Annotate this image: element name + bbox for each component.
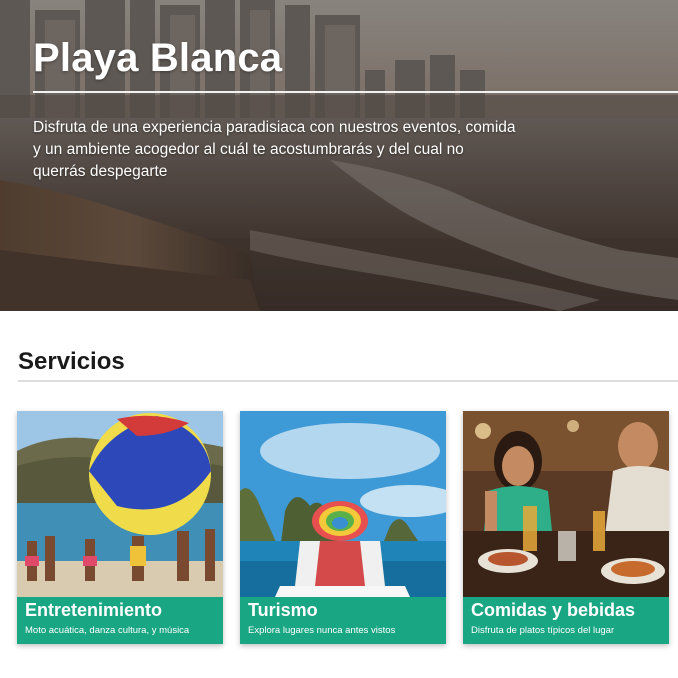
services-heading: Servicios — [18, 348, 125, 375]
card-title: Turismo — [248, 600, 318, 620]
card-title: Entretenimiento — [25, 600, 163, 620]
service-card-turismo[interactable]: Turismo Explora lugares nunca antes vist… — [240, 411, 446, 644]
hero-banner: Playa Blanca Disfruta de una experiencia… — [0, 0, 678, 311]
card-subtitle: Disfruta de platos típicos del lugar — [471, 625, 615, 636]
hero-description: Disfruta de una experiencia paradisiaca … — [33, 119, 516, 180]
hero-title: Playa Blanca — [33, 36, 283, 80]
service-card-comidas-bebidas[interactable]: Comidas y bebidas Disfruta de platos típ… — [463, 411, 669, 644]
services-divider — [18, 380, 678, 382]
entertainment-image — [17, 411, 223, 597]
card-subtitle: Explora lugares nunca antes vistos — [248, 625, 396, 636]
card-subtitle: Moto acuática, danza cultura, y música — [25, 625, 190, 636]
card-caption: Comidas y bebidas Disfruta de platos típ… — [463, 597, 669, 644]
hero-divider — [33, 91, 678, 93]
card-caption: Entretenimiento Moto acuática, danza cul… — [17, 597, 223, 644]
food-drinks-image — [463, 411, 669, 597]
card-title: Comidas y bebidas — [471, 600, 636, 620]
service-card-entretenimiento[interactable]: Entretenimiento Moto acuática, danza cul… — [17, 411, 223, 644]
tourism-image — [240, 411, 446, 597]
card-caption: Turismo Explora lugares nunca antes vist… — [240, 597, 446, 644]
